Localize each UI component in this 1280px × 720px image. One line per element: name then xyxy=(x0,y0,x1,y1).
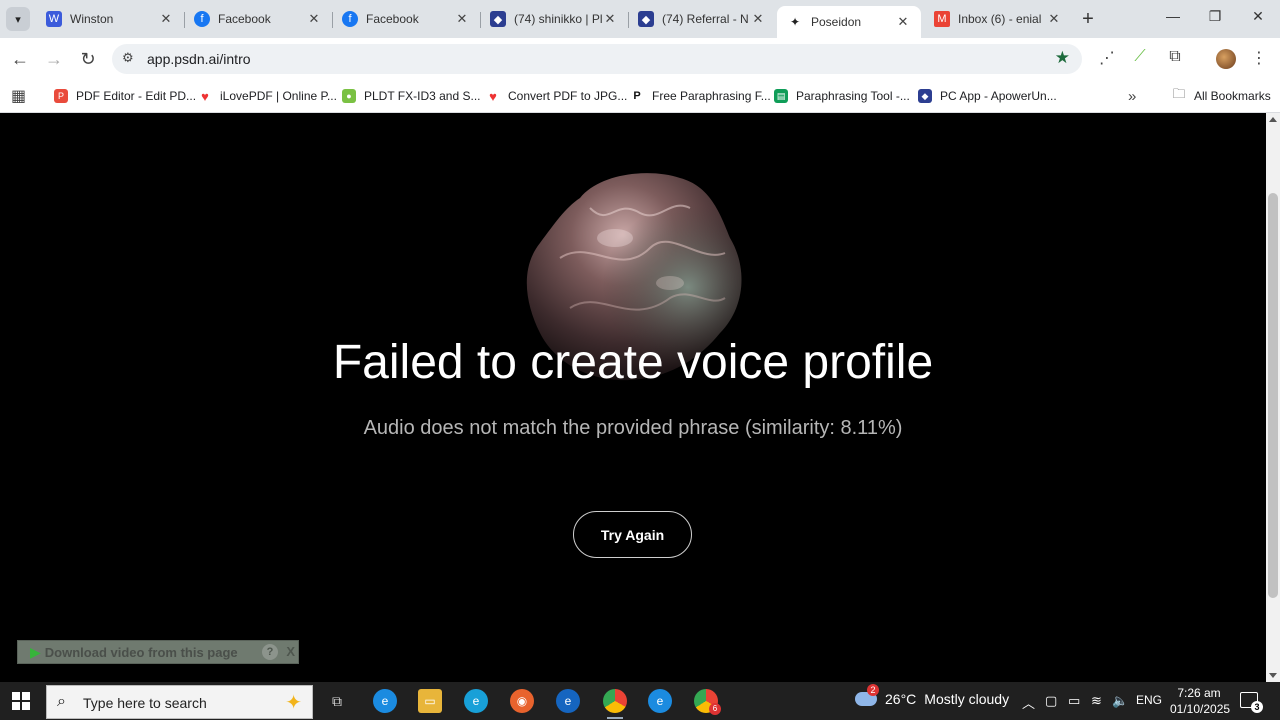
sheet-icon: ▤ xyxy=(774,89,788,103)
volume-icon[interactable]: 🔈 xyxy=(1112,693,1128,709)
tab-search-button[interactable]: ▾ xyxy=(6,7,30,31)
close-window-button[interactable]: ✕ xyxy=(1243,8,1273,25)
more-bookmarks-icon[interactable]: » xyxy=(1128,87,1136,105)
tab-referral[interactable]: ◆ (74) Referral - N ✕ xyxy=(628,0,776,38)
tab-facebook-2[interactable]: f Facebook ✕ xyxy=(332,0,480,38)
reload-button[interactable]: ↻ xyxy=(76,47,100,71)
close-tab-icon[interactable]: ✕ xyxy=(454,11,470,27)
tab-gmail[interactable]: M Inbox (6) - enial ✕ xyxy=(924,0,1072,38)
scroll-up-icon[interactable] xyxy=(1269,117,1277,122)
show-hidden-icons-icon[interactable]: ︿ xyxy=(1022,693,1035,712)
heart-icon: ♥ xyxy=(201,88,209,104)
extension-icon[interactable]: ⋰ xyxy=(1096,48,1118,68)
winston-favicon-icon: W xyxy=(46,11,62,27)
heart-icon: ♥ xyxy=(489,88,497,104)
tab-strip: ▾ W Winston ✕ f Facebook ✕ f Facebook ✕ … xyxy=(0,0,1280,38)
address-bar[interactable]: ⚙ app.psdn.ai/intro ★ xyxy=(112,44,1082,74)
bookmark-paraphrasing-tool[interactable]: ▤ Paraphrasing Tool -... xyxy=(774,87,910,105)
bookmark-pldt[interactable]: ● PLDT FX-ID3 and S... xyxy=(342,87,481,105)
weather-badge: 2 xyxy=(867,684,879,696)
sparkle-icon: ✦ xyxy=(789,15,801,29)
close-tab-icon[interactable]: ✕ xyxy=(158,11,174,27)
profile-avatar[interactable] xyxy=(1216,49,1236,69)
battery-icon[interactable]: ▭ xyxy=(1068,693,1080,709)
scroll-down-icon[interactable] xyxy=(1269,673,1277,678)
wifi-icon[interactable]: ≋ xyxy=(1091,693,1102,709)
bookmark-star-icon[interactable]: ★ xyxy=(1055,48,1070,68)
tab-winston[interactable]: W Winston ✕ xyxy=(36,0,184,38)
leaf-extension-icon[interactable]: ⟋ xyxy=(1129,48,1151,66)
bookmark-pdf-editor[interactable]: P PDF Editor - Edit PD... xyxy=(54,87,196,105)
bookmark-ilovepdf[interactable]: ♥ iLovePDF | Online P... xyxy=(198,87,337,105)
all-bookmarks[interactable]: 🗀 All Bookmarks xyxy=(1172,86,1270,105)
windows-taskbar: ⌕ Type here to search ✦ ⧉ e ▭ e ◉ e e 6 … xyxy=(0,682,1280,720)
windows-start-icon[interactable] xyxy=(12,692,30,710)
bookmark-free-paraphrasing[interactable]: P Free Paraphrasing F... xyxy=(630,87,770,105)
bookmarks-bar: ▦ P PDF Editor - Edit PD... ♥ iLovePDF |… xyxy=(0,80,1280,113)
bookmark-convert-pdf[interactable]: ♥ Convert PDF to JPG... xyxy=(486,87,627,105)
edge-icon[interactable]: e xyxy=(648,689,672,713)
minimize-button[interactable]: — xyxy=(1158,8,1188,24)
shield-icon: ◆ xyxy=(490,11,506,27)
tab-facebook-1[interactable]: f Facebook ✕ xyxy=(184,0,332,38)
chevron-down-icon: ▾ xyxy=(15,13,21,26)
new-tab-button[interactable]: + xyxy=(1078,8,1098,31)
forward-button[interactable]: → xyxy=(42,47,66,71)
puzzle-icon[interactable]: ⧉ xyxy=(1164,48,1186,66)
close-tab-icon[interactable]: ✕ xyxy=(306,11,322,27)
shield-icon: ◆ xyxy=(638,11,654,27)
weather-widget[interactable]: 2 26°C Mostly cloudy xyxy=(855,684,1009,707)
folder-icon: 🗀 xyxy=(1172,86,1186,101)
chrome-icon[interactable] xyxy=(603,689,627,719)
browser-toolbar: ← → ↻ ⚙ app.psdn.ai/intro ★ ⋰ ⟋ ⧉ ⋮ xyxy=(0,38,1280,80)
language-indicator[interactable]: ENG xyxy=(1136,693,1162,707)
edge-beta-icon[interactable]: e xyxy=(556,689,580,713)
tab-shinikko[interactable]: ◆ (74) shinikko | Pl ✕ xyxy=(480,0,628,38)
close-tab-icon[interactable]: ✕ xyxy=(895,14,911,30)
notification-icon[interactable]: 3 xyxy=(1240,692,1263,713)
restore-button[interactable]: ❐ xyxy=(1200,8,1230,25)
page-title: Failed to create voice profile xyxy=(332,336,934,389)
notification-badge: 3 xyxy=(1251,701,1263,713)
scrollbar-thumb[interactable] xyxy=(1268,193,1278,598)
gmail-icon: M xyxy=(934,11,950,27)
search-icon: ⌕ xyxy=(57,693,66,710)
meet-now-icon[interactable]: ▢ xyxy=(1045,693,1057,709)
sparkle-icon: ✦ xyxy=(285,692,302,714)
edge-dev-icon[interactable]: e xyxy=(464,689,488,713)
close-tab-icon[interactable]: ✕ xyxy=(750,11,766,27)
p-logo-icon: P xyxy=(633,90,641,102)
page-content: Failed to create voice profile Audio doe… xyxy=(0,113,1266,682)
page-scrollbar[interactable] xyxy=(1266,113,1280,682)
site-settings-icon[interactable]: ⚙ xyxy=(122,50,134,66)
android-icon: ● xyxy=(342,89,356,103)
file-explorer-icon[interactable]: ▭ xyxy=(418,689,442,713)
close-tab-icon[interactable]: ✕ xyxy=(602,11,618,27)
apps-grid-icon[interactable]: ▦ xyxy=(11,87,26,105)
back-button[interactable]: ← xyxy=(8,47,32,71)
clock[interactable]: 7:26 am 01/10/2025 xyxy=(1170,685,1230,717)
taskbar-search-box[interactable]: ⌕ Type here to search ✦ xyxy=(46,685,313,719)
bookmark-pc-app[interactable]: ◆ PC App - ApowerUn... xyxy=(918,87,1057,105)
chrome-badge: 6 xyxy=(709,703,721,715)
edge-icon[interactable]: e xyxy=(373,689,397,713)
cloud-icon: 2 xyxy=(855,684,879,706)
error-message: Audio does not match the provided phrase… xyxy=(363,417,903,439)
shield-icon: ◆ xyxy=(918,89,932,103)
play-icon: ▶ xyxy=(30,643,41,660)
close-icon[interactable]: X xyxy=(286,644,295,659)
close-tab-icon[interactable]: ✕ xyxy=(1046,11,1062,27)
url-text[interactable]: app.psdn.ai/intro xyxy=(147,51,251,67)
try-again-button[interactable]: Try Again xyxy=(573,511,692,558)
facebook-icon: f xyxy=(194,11,210,27)
firefox-icon[interactable]: ◉ xyxy=(510,689,534,713)
tab-poseidon[interactable]: ✦ Poseidon ✕ xyxy=(777,6,921,38)
facebook-icon: f xyxy=(342,11,358,27)
menu-dots-icon[interactable]: ⋮ xyxy=(1248,48,1270,68)
help-icon[interactable]: ? xyxy=(262,644,278,660)
download-video-bar[interactable]: ▶ Download video from this page ? X xyxy=(17,640,299,664)
chrome-profile-icon[interactable]: 6 xyxy=(694,689,721,715)
pdf-editor-icon: P xyxy=(54,89,68,103)
task-view-icon[interactable]: ⧉ xyxy=(325,689,349,713)
